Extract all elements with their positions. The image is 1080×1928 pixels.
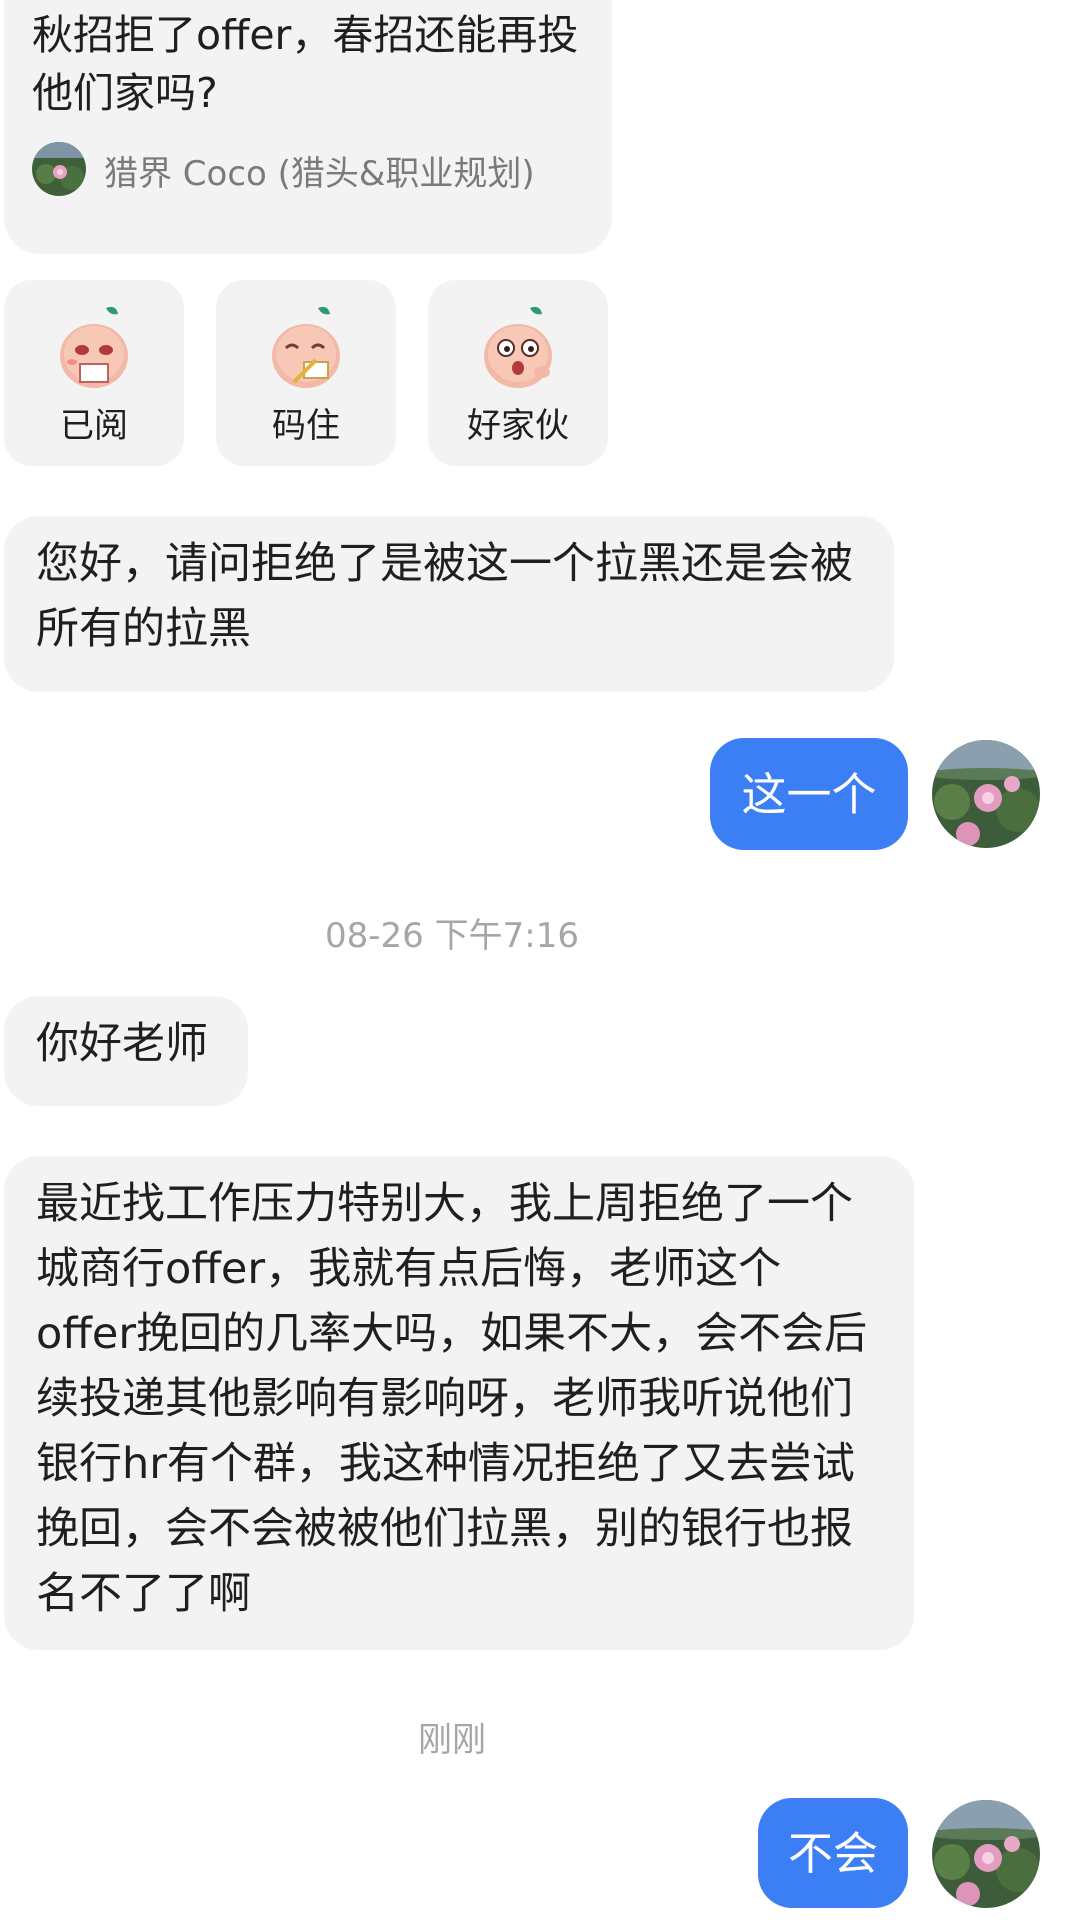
message-text: 您好，请问拒绝了是被这一个拉黑还是会被所有的拉黑 — [36, 539, 853, 654]
user-avatar[interactable] — [932, 740, 1040, 848]
sticker-label: 已阅 — [60, 406, 128, 446]
message-timestamp: 刚刚 — [418, 1720, 486, 1760]
shared-article-card[interactable]: 秋招拒了offer，春招还能再投他们家吗? 猎界 Coco (猎头&职业规划) — [4, 0, 612, 254]
peach-reading-icon — [60, 306, 128, 388]
received-message: 您好，请问拒绝了是被这一个拉黑还是会被所有的拉黑 — [4, 516, 894, 692]
sent-message: 这一个 — [710, 738, 908, 850]
received-message: 你好老师 — [4, 996, 248, 1106]
author-avatar — [32, 142, 86, 196]
message-text: 这一个 — [741, 767, 877, 821]
received-message: 最近找工作压力特别大，我上周拒绝了一个城商行offer，我就有点后悔，老师这个o… — [4, 1156, 914, 1650]
user-avatar[interactable] — [932, 1800, 1040, 1908]
article-author: 猎界 Coco (猎头&职业规划) — [104, 154, 535, 194]
message-text: 不会 — [787, 1826, 878, 1880]
sticker-read[interactable]: 已阅 — [4, 280, 184, 466]
sticker-wow[interactable]: 好家伙 — [428, 280, 608, 466]
message-timestamp: 08-26 下午7:16 — [325, 916, 579, 956]
sticker-label: 好家伙 — [467, 406, 569, 446]
sent-message: 不会 — [758, 1798, 908, 1908]
message-text: 你好老师 — [36, 1019, 208, 1069]
peach-surprised-icon — [484, 306, 552, 388]
message-text: 最近找工作压力特别大，我上周拒绝了一个城商行offer，我就有点后悔，老师这个o… — [36, 1179, 868, 1619]
article-title: 秋招拒了offer，春招还能再投他们家吗? — [32, 11, 579, 117]
sticker-note[interactable]: 码住 — [216, 280, 396, 466]
sticker-label: 码住 — [272, 406, 340, 446]
peach-writing-icon — [272, 306, 340, 388]
